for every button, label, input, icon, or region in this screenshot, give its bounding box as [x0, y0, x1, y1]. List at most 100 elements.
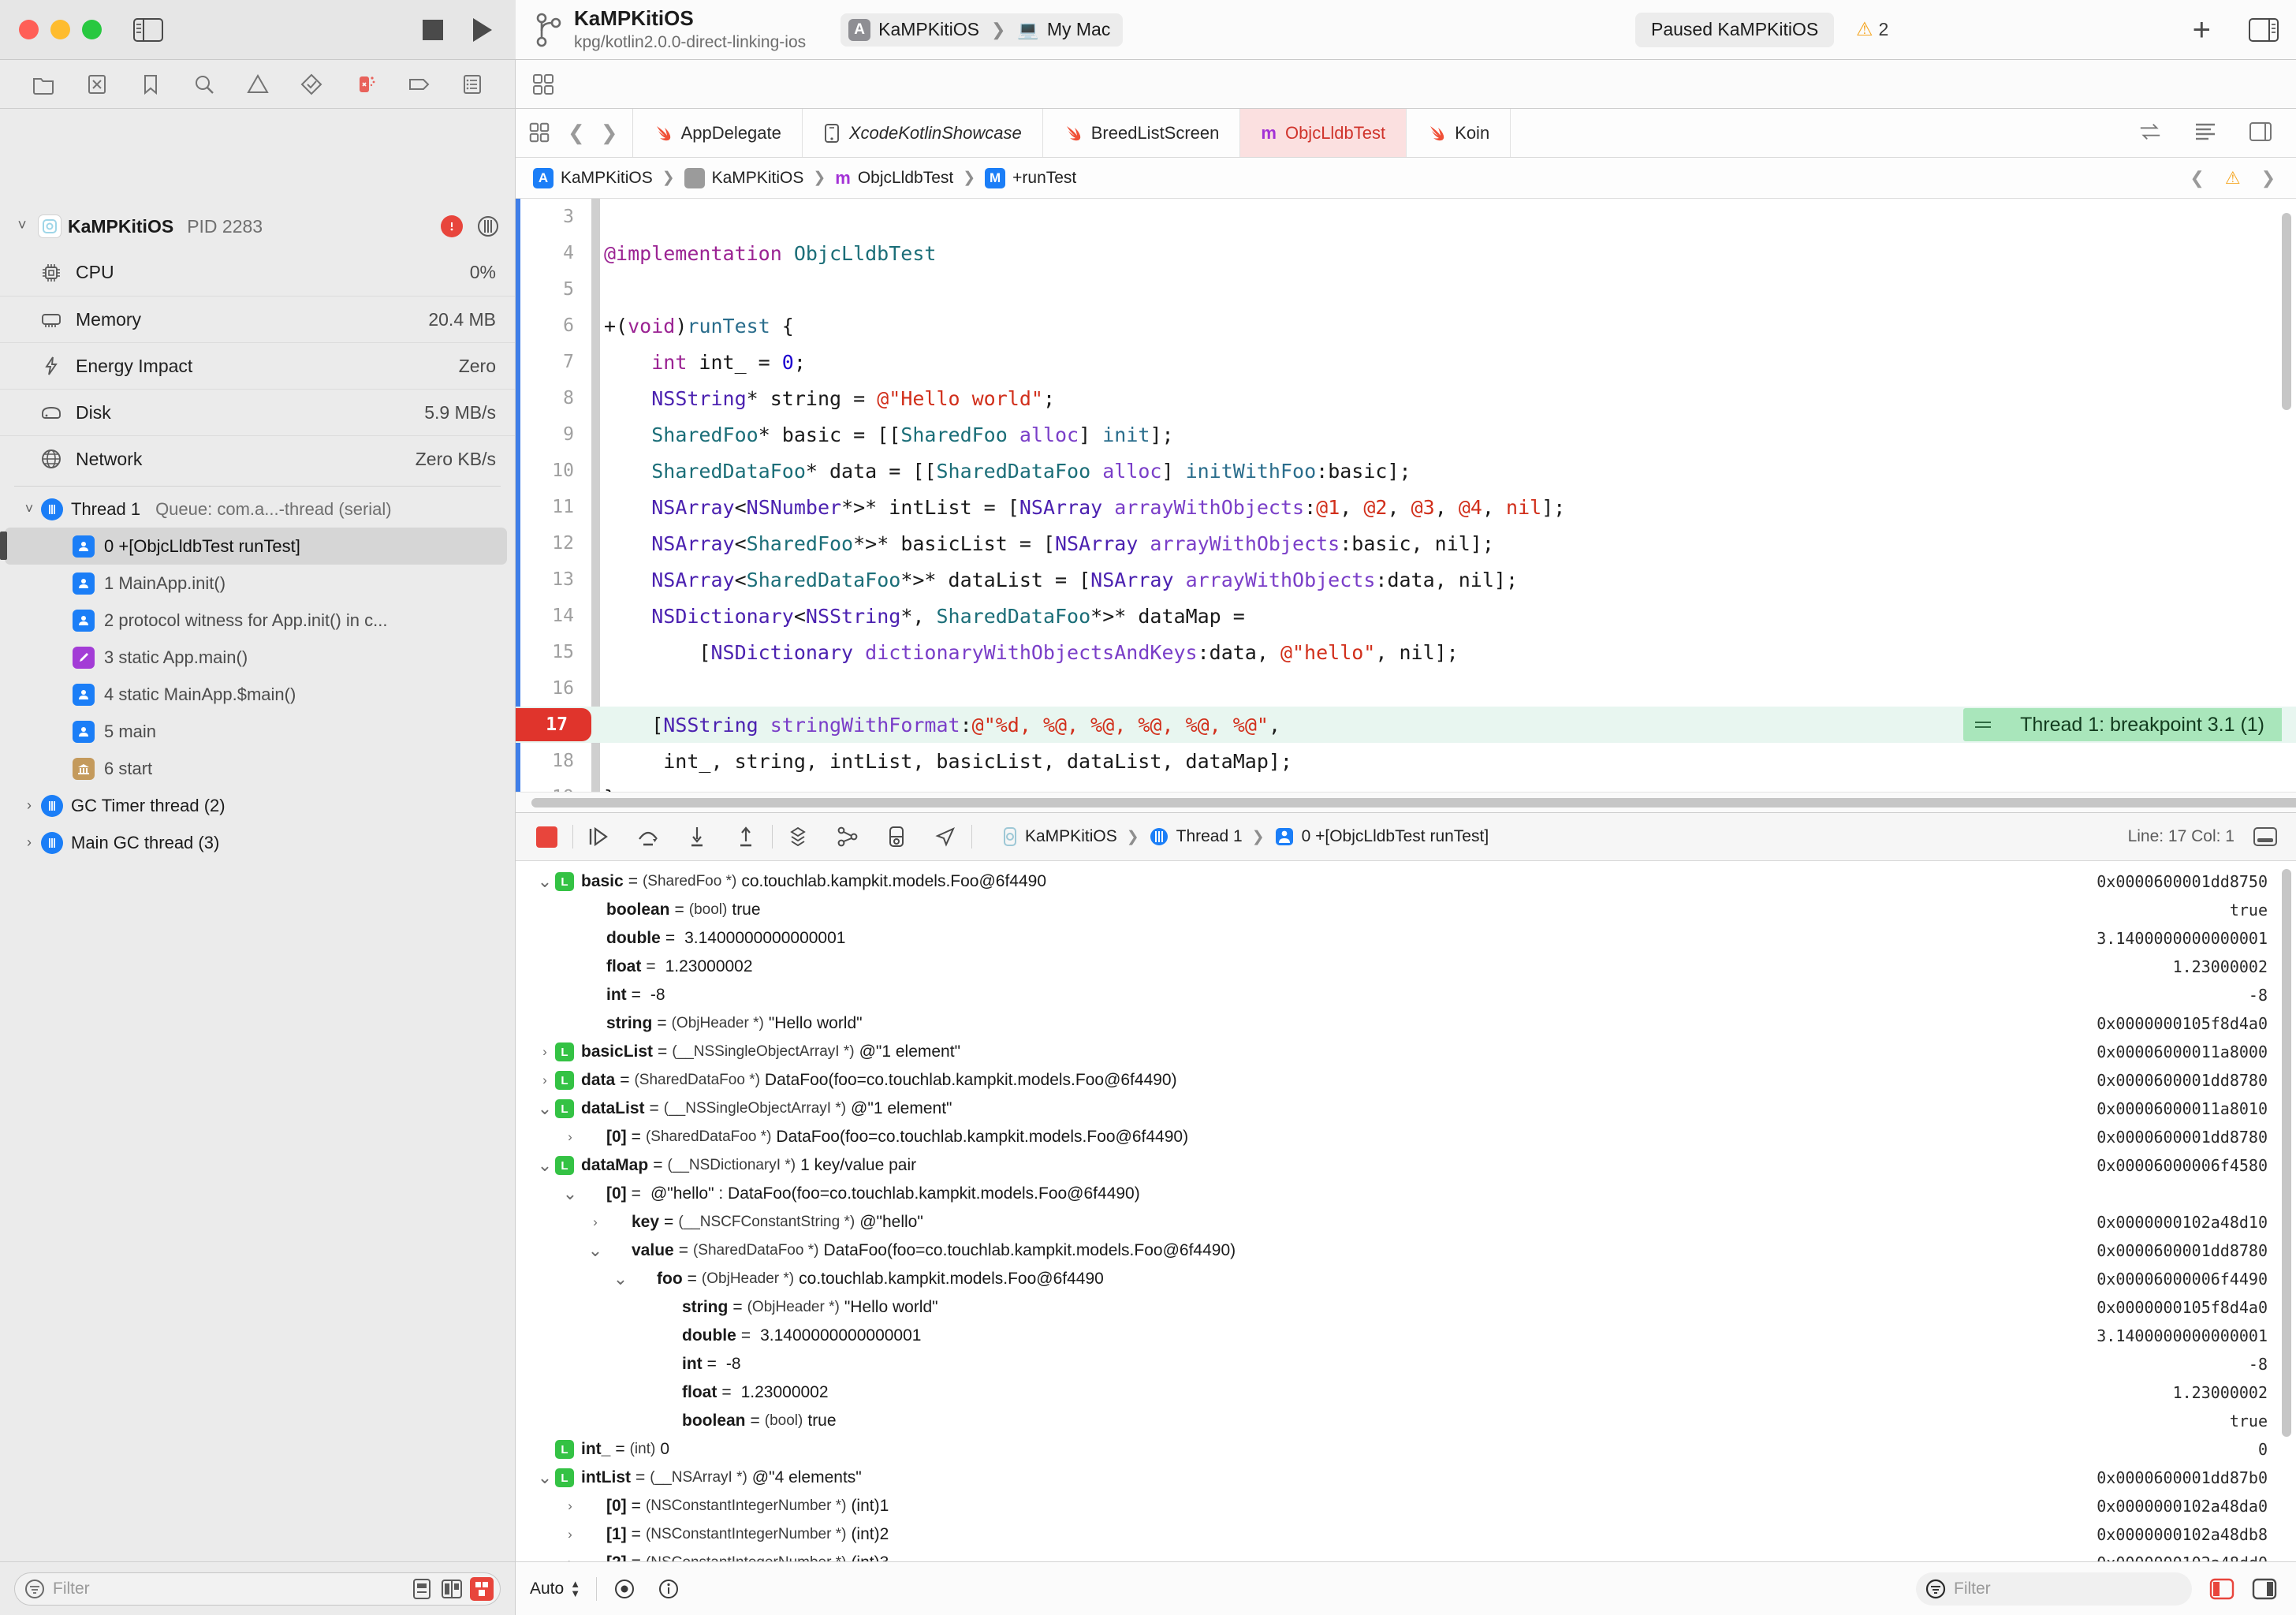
show-all-threads-icon[interactable]	[440, 1577, 464, 1601]
debug-navigator-icon[interactable]	[353, 73, 377, 96]
variable-row[interactable]: ⌄ [0] = @"hello" : DataFoo(foo=co.touchlab.…	[516, 1180, 2296, 1208]
issue-counter[interactable]: ⚠ 2	[1856, 18, 1888, 41]
console-filter-field[interactable]: Filter	[1916, 1572, 2192, 1606]
show-only-stack-frames-icon[interactable]	[410, 1577, 434, 1601]
debug-breadcrumb-item-0[interactable]: KaMPKitiOS	[1002, 826, 1117, 847]
toggle-console-pane-icon[interactable]	[2252, 1578, 2277, 1600]
stack-frame-row[interactable]: 2 protocol witness for App.init() in c..…	[0, 602, 515, 639]
previous-issue-icon[interactable]: ❮	[2190, 168, 2204, 188]
variable-row[interactable]: ›int=-8-8	[516, 1350, 2296, 1378]
variable-row[interactable]: ›string=(ObjHeader *)"Hello world"0x0000…	[516, 1293, 2296, 1322]
maximize-window-button[interactable]	[82, 20, 102, 39]
next-issue-icon[interactable]: ❯	[2261, 168, 2276, 188]
stack-frame-row[interactable]: 0 +[ObjcLldbTest runTest]	[0, 528, 507, 565]
variable-row[interactable]: › [0] = (NSConstantIntegerNumber *) (int)1 0x…	[516, 1492, 2296, 1520]
stack-frame-row[interactable]: 5 main	[0, 713, 515, 750]
breadcrumb-item-2[interactable]: m ObjcLldbTest	[835, 168, 953, 188]
line-number[interactable]: 16	[516, 670, 591, 707]
search-navigator-icon[interactable]	[192, 73, 216, 96]
step-out-button[interactable]	[732, 823, 759, 850]
continue-button[interactable]	[586, 823, 613, 850]
debug-breadcrumb-item-1[interactable]: Thread 1	[1149, 826, 1243, 847]
go-forward-icon[interactable]: ❯	[601, 121, 618, 145]
memory-graph-button[interactable]	[834, 823, 861, 850]
scheme-destination-picker[interactable]: A KaMPKitiOS ❯ 💻 My Mac	[840, 13, 1124, 47]
variable-row[interactable]: ›boolean=(bool)truetrue	[516, 1407, 2296, 1435]
activity-status-pill[interactable]: Paused KaMPKitiOS	[1635, 12, 1835, 47]
line-number[interactable]: 5	[516, 271, 591, 308]
thread-row[interactable]: › GC Timer thread (2)	[0, 787, 515, 824]
breakpoint-navigator-icon[interactable]	[407, 73, 430, 96]
variable-row[interactable]: ›double=3.14000000000000013.140000000000…	[516, 1322, 2296, 1350]
project-navigator-icon[interactable]	[32, 73, 55, 96]
chevron-right-icon[interactable]: ›	[560, 1527, 580, 1542]
variable-row[interactable]: ⌄ Lbasic = (SharedFoo *) co.touchlab.kampkit…	[516, 867, 2296, 896]
gauge-row-disk[interactable]: Disk 5.9 MB/s	[0, 389, 515, 435]
thread-row[interactable]: ˅ Thread 1 Queue: com.a...-thread (seria…	[0, 490, 515, 528]
process-header-row[interactable]: ˅ KaMPKitiOS PID 2283	[0, 203, 515, 249]
step-over-button[interactable]	[635, 823, 662, 850]
editor-options-icon[interactable]	[531, 73, 555, 96]
issue-warning-icon[interactable]: ⚠	[2225, 168, 2241, 188]
chevron-right-icon[interactable]: ›	[22, 797, 36, 814]
tab-koin[interactable]: Koin	[1407, 109, 1511, 157]
chevron-right-icon[interactable]: ›	[535, 1072, 555, 1088]
chevron-down-icon[interactable]: ⌄	[610, 1269, 631, 1289]
variable-row[interactable]: ›string=(ObjHeader *)"Hello world"0x0000…	[516, 1009, 2296, 1038]
environment-overrides-button[interactable]	[883, 823, 910, 850]
chevron-down-icon[interactable]: ⌄	[585, 1240, 606, 1261]
stack-frame-row[interactable]: 1 MainApp.init()	[0, 565, 515, 602]
tab-objclldbtest[interactable]: m ObjcLldbTest	[1240, 109, 1407, 157]
variable-row[interactable]: ⌄ LintList = (__NSArrayI *) @"4 elements" 0x0…	[516, 1464, 2296, 1492]
chevron-down-icon[interactable]: ⌄	[535, 871, 555, 892]
line-number[interactable]: 6	[516, 308, 591, 344]
thread-row[interactable]: › Main GC thread (3)	[0, 824, 515, 861]
stack-frame-row[interactable]: 3 static App.main()	[0, 639, 515, 676]
test-navigator-icon[interactable]	[300, 73, 323, 96]
line-number[interactable]: 18	[516, 743, 591, 779]
line-number[interactable]: 8	[516, 380, 591, 416]
line-number[interactable]: 11	[516, 489, 591, 525]
variable-row[interactable]: ⌄ LdataList = (__NSSingleObjectArrayI *) @"1…	[516, 1095, 2296, 1123]
toggle-variables-pane-icon[interactable]	[2209, 1578, 2234, 1600]
minimize-window-button[interactable]	[50, 20, 70, 39]
navigator-filter-field[interactable]: Filter	[14, 1572, 501, 1606]
add-editor-button[interactable]: +	[2193, 14, 2211, 46]
gauge-row-memory[interactable]: Memory 20.4 MB	[0, 296, 515, 342]
watch-icon[interactable]	[613, 1577, 636, 1601]
toggle-debug-area-icon[interactable]	[2252, 823, 2279, 850]
variable-row[interactable]: › [2] = (NSConstantIntegerNumber *) (int)3 0x…	[516, 1549, 2296, 1561]
chevron-down-icon[interactable]: ⌄	[535, 1155, 555, 1176]
toggle-navigator-icon[interactable]	[133, 17, 163, 42]
variable-row[interactable]: ›float=1.230000021.23000002	[516, 953, 2296, 981]
step-into-button[interactable]	[684, 823, 710, 850]
editor-vertical-scrollbar[interactable]	[2282, 213, 2291, 410]
debug-breadcrumb-item-2[interactable]: 0 +[ObjcLldbTest runTest]	[1274, 826, 1489, 847]
simulate-location-button[interactable]	[932, 823, 959, 850]
editor-horizontal-scrollbar-track[interactable]	[516, 792, 2296, 812]
variable-row[interactable]: ›Lint_=(int)00	[516, 1435, 2296, 1464]
variable-row[interactable]: › key = (__NSCFConstantString *) @"hello" 0x0…	[516, 1208, 2296, 1236]
toggle-inspector-icon[interactable]	[2249, 17, 2279, 42]
variable-row[interactable]: ⌄ foo = (ObjHeader *) co.touchlab.kampkit.mo…	[516, 1265, 2296, 1293]
variable-row[interactable]: › Ldata = (SharedDataFoo *) DataFoo(foo=co.t…	[516, 1066, 2296, 1095]
tab-overview-icon[interactable]	[528, 121, 552, 145]
info-icon[interactable]	[657, 1577, 680, 1601]
line-number[interactable]: 17	[516, 708, 591, 741]
stop-debug-button[interactable]	[533, 823, 560, 850]
report-navigator-icon[interactable]	[460, 73, 484, 96]
chevron-down-icon[interactable]: ˅	[13, 218, 32, 235]
stack-frame-row[interactable]: 4 static MainApp.$main()	[0, 676, 515, 713]
source-control-branch-icon[interactable]	[535, 12, 561, 48]
variable-row[interactable]: › LbasicList = (__NSSingleObjectArrayI *) @"…	[516, 1038, 2296, 1066]
chevron-right-icon[interactable]: ›	[560, 1498, 580, 1514]
run-button[interactable]	[473, 17, 492, 42]
breakpoint-annotation[interactable]: Thread 1: breakpoint 3.1 (1)	[1963, 708, 2282, 741]
chevron-right-icon[interactable]: ›	[535, 1044, 555, 1060]
close-window-button[interactable]	[19, 20, 39, 39]
line-number[interactable]: 10	[516, 453, 591, 489]
variable-row[interactable]: ›boolean=(bool)truetrue	[516, 896, 2296, 924]
issue-navigator-icon[interactable]	[246, 73, 270, 96]
record-instrument-icon[interactable]	[441, 215, 463, 237]
split-editor-icon[interactable]	[2249, 121, 2272, 145]
